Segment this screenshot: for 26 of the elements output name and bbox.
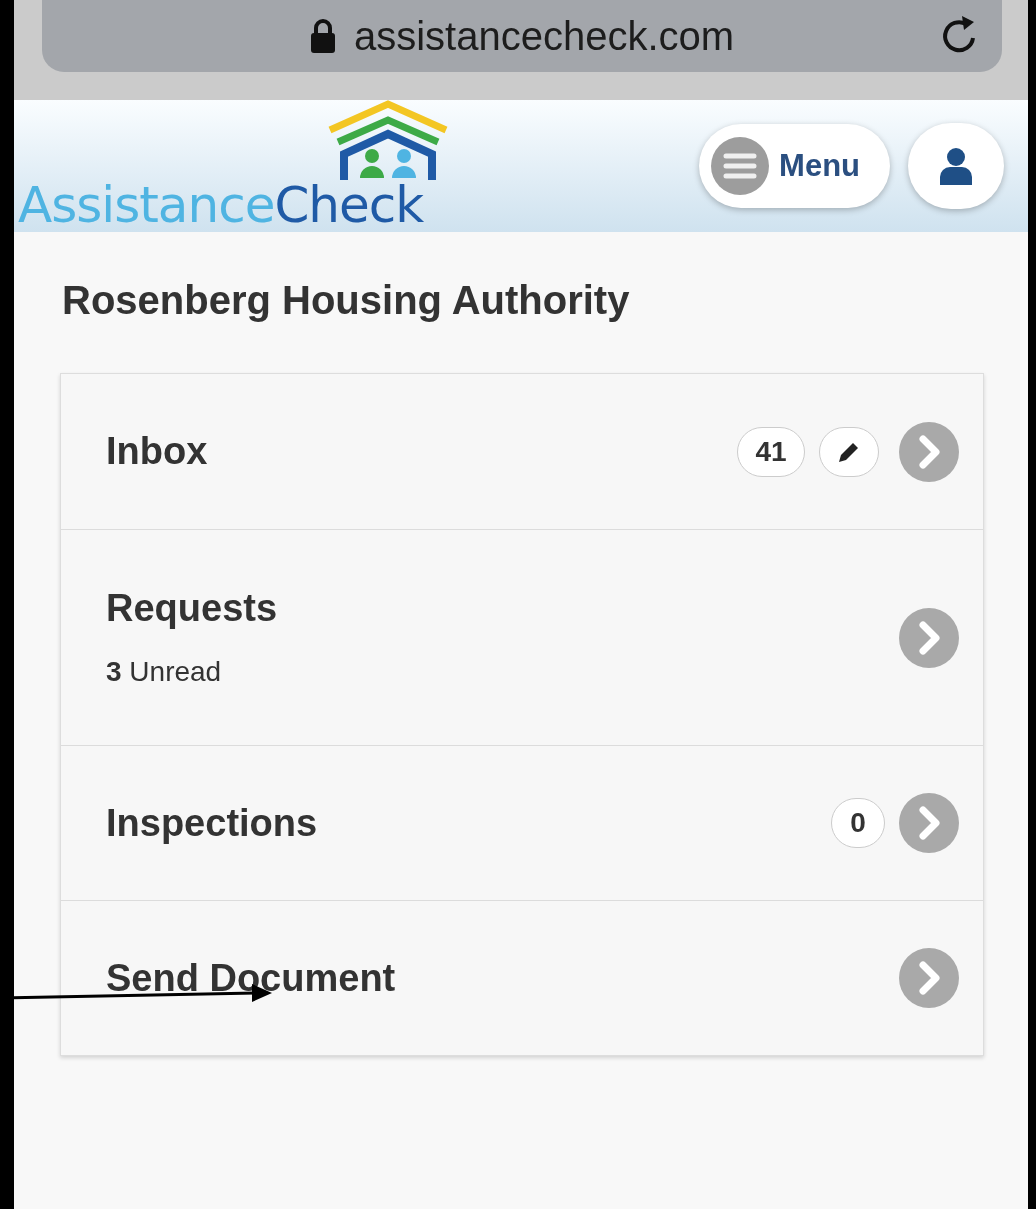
url-text: assistancecheck.com [353,13,735,59]
page-title: Rosenberg Housing Authority [62,278,631,323]
item-label: Inspections [106,801,319,845]
list-item[interactable]: Inspections 0 [61,745,983,900]
user-icon [940,147,972,185]
chevron-right-icon[interactable] [899,421,959,482]
menu-icon [711,137,770,195]
list-item[interactable]: Requests 3 Unread [61,529,983,745]
address-bar[interactable]: assistancecheck.com [42,0,1002,72]
item-label: Inbox [106,430,209,473]
item-label: Requests [106,587,279,630]
lock-icon [309,19,336,53]
item-label: Send Document [106,956,397,1000]
chevron-right-icon[interactable] [899,607,959,668]
logo-word: Assistance [18,180,275,230]
count-badge: 0 [831,798,885,848]
chevron-right-icon[interactable] [899,948,959,1008]
edit-button[interactable] [819,426,879,477]
unread-count: 3 Unread [106,656,223,688]
account-button[interactable] [908,123,1004,209]
list-item[interactable]: Send Document [61,900,983,1055]
logo-word: Check [274,180,424,230]
count-badge: 41 [737,426,805,477]
list-item[interactable]: Inbox 41 [61,374,983,529]
chevron-right-icon[interactable] [899,793,959,853]
menu-button[interactable]: Menu [699,124,890,208]
